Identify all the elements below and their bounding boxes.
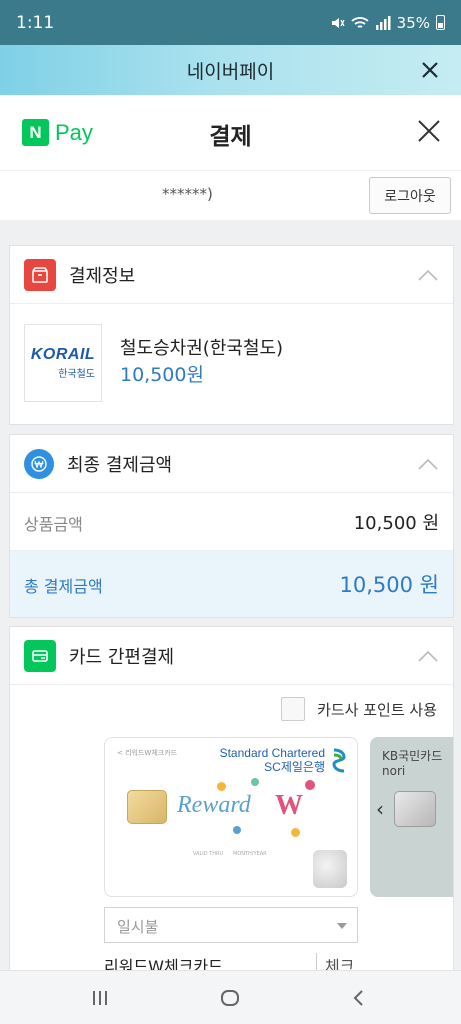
product-amount-value: 10,500 원 [353, 513, 439, 534]
back-button[interactable] [346, 985, 372, 1011]
webview-close-button[interactable] [415, 55, 445, 85]
selected-card-name: 리워드W체크카드 ... [104, 957, 244, 971]
card-issuer-line1: Standard Chartered [219, 746, 325, 760]
card-payment-label: 카드 간편결제 [69, 646, 175, 668]
sc-bank-logo-icon [332, 748, 346, 773]
battery-percent: 35% [396, 13, 430, 32]
next-card[interactable]: KB국민카드 nori ‹ [370, 737, 453, 897]
next-card-name: nori [382, 764, 406, 778]
card-design-text: Reward [177, 792, 251, 818]
selected-card-type: 체크 [316, 953, 354, 971]
payment-header: N Pay 결제 [0, 95, 461, 170]
recent-apps-button[interactable] [87, 985, 113, 1011]
webview-title: 네이버페이 [186, 60, 275, 83]
box-icon [24, 258, 56, 291]
card-icon [24, 639, 56, 672]
card-decoration [217, 782, 226, 791]
card-decoration [291, 828, 300, 837]
close-icon [418, 120, 440, 142]
korail-logo-text: KORAIL [30, 346, 96, 363]
product-name: 철도승차권(한국철도) [120, 338, 284, 359]
card-payment-header[interactable]: 카드 간편결제 [10, 627, 453, 685]
final-amount-header[interactable]: 최종 결제금액 [10, 435, 453, 493]
masked-user-id: ******) [162, 185, 213, 203]
mute-icon [331, 17, 345, 28]
chevron-up-icon[interactable] [417, 454, 439, 474]
product-amount-label: 상품금액 [24, 515, 83, 534]
card-point-label: 카드사 포인트 사용 [317, 700, 437, 719]
card-payment-section: 카드 간편결제 카드사 포인트 사용 < 리워드W체크카드 Standard C… [9, 626, 454, 971]
next-card-chip [394, 791, 436, 827]
card-decoration [251, 778, 259, 786]
logout-button[interactable]: 로그아웃 [369, 177, 451, 214]
total-amount-label: 총 결제금액 [24, 577, 103, 596]
close-icon [422, 62, 438, 78]
won-icon [24, 448, 54, 479]
chevron-up-icon[interactable] [417, 646, 439, 666]
product-amount-row: 상품금액 10,500 원 [10, 493, 453, 551]
back-icon [353, 990, 363, 1006]
korail-logo-subtext: 한국철도 [58, 369, 95, 380]
card-point-option[interactable]: 카드사 포인트 사용 [281, 697, 437, 721]
final-amount-section: 최종 결제금액 상품금액 10,500 원 총 결제금액 10,500 원 [9, 434, 454, 618]
webview-title-bar: 네이버페이 [0, 45, 461, 95]
card-design-mark: W [275, 790, 303, 821]
payment-info-label: 결제정보 [69, 265, 136, 287]
payment-info-section: 결제정보 KORAIL 한국철도 철도승차권(한국철도) 10,500원 [9, 245, 454, 425]
previous-card-arrow[interactable]: ‹ [376, 797, 384, 821]
page-title: 결제 [209, 124, 252, 150]
signal-icon [375, 15, 391, 30]
home-button[interactable] [217, 985, 243, 1011]
card-valid-thru: VALID THRU [193, 851, 224, 857]
status-time: 1:11 [16, 12, 55, 33]
wifi-icon [351, 16, 369, 28]
battery-icon [436, 15, 445, 30]
dropdown-caret-icon [337, 923, 347, 929]
recent-apps-icon [93, 991, 107, 1005]
payment-close-button[interactable] [415, 117, 443, 145]
card-chip [127, 790, 167, 824]
card-issuer: Standard Chartered SC제일은행 [220, 746, 325, 774]
payment-info-header[interactable]: 결제정보 [10, 246, 453, 304]
card-point-checkbox[interactable] [281, 697, 306, 721]
product-item: KORAIL 한국철도 철도승차권(한국철도) 10,500원 [10, 304, 453, 424]
installment-select[interactable]: 일시불 [104, 907, 358, 943]
total-amount-row: 총 결제금액 10,500 원 [10, 551, 453, 617]
installment-value: 일시불 [117, 918, 159, 936]
korail-logo: KORAIL 한국철도 [24, 324, 102, 402]
final-amount-label: 최종 결제금액 [67, 454, 173, 476]
user-row: ******) 로그아웃 [0, 170, 461, 220]
card-decoration [305, 780, 315, 790]
chevron-up-icon[interactable] [417, 265, 439, 285]
product-price: 10,500원 [120, 364, 204, 386]
status-bar: 1:11 35% [0, 0, 461, 45]
card-small-label: < 리워드W체크카드 [117, 749, 178, 757]
selected-card[interactable]: < 리워드W체크카드 Standard Chartered SC제일은행 Rew… [104, 737, 358, 897]
card-decoration [233, 826, 241, 834]
home-icon [221, 990, 239, 1006]
total-amount-value: 10,500 원 [339, 573, 439, 597]
card-month-year: MONTH/YEAR [233, 851, 267, 857]
card-issuer-line2: SC제일은행 [264, 760, 325, 774]
system-nav-bar [0, 970, 461, 1024]
next-card-issuer: KB국민카드 [382, 749, 443, 763]
card-hologram [313, 850, 347, 888]
